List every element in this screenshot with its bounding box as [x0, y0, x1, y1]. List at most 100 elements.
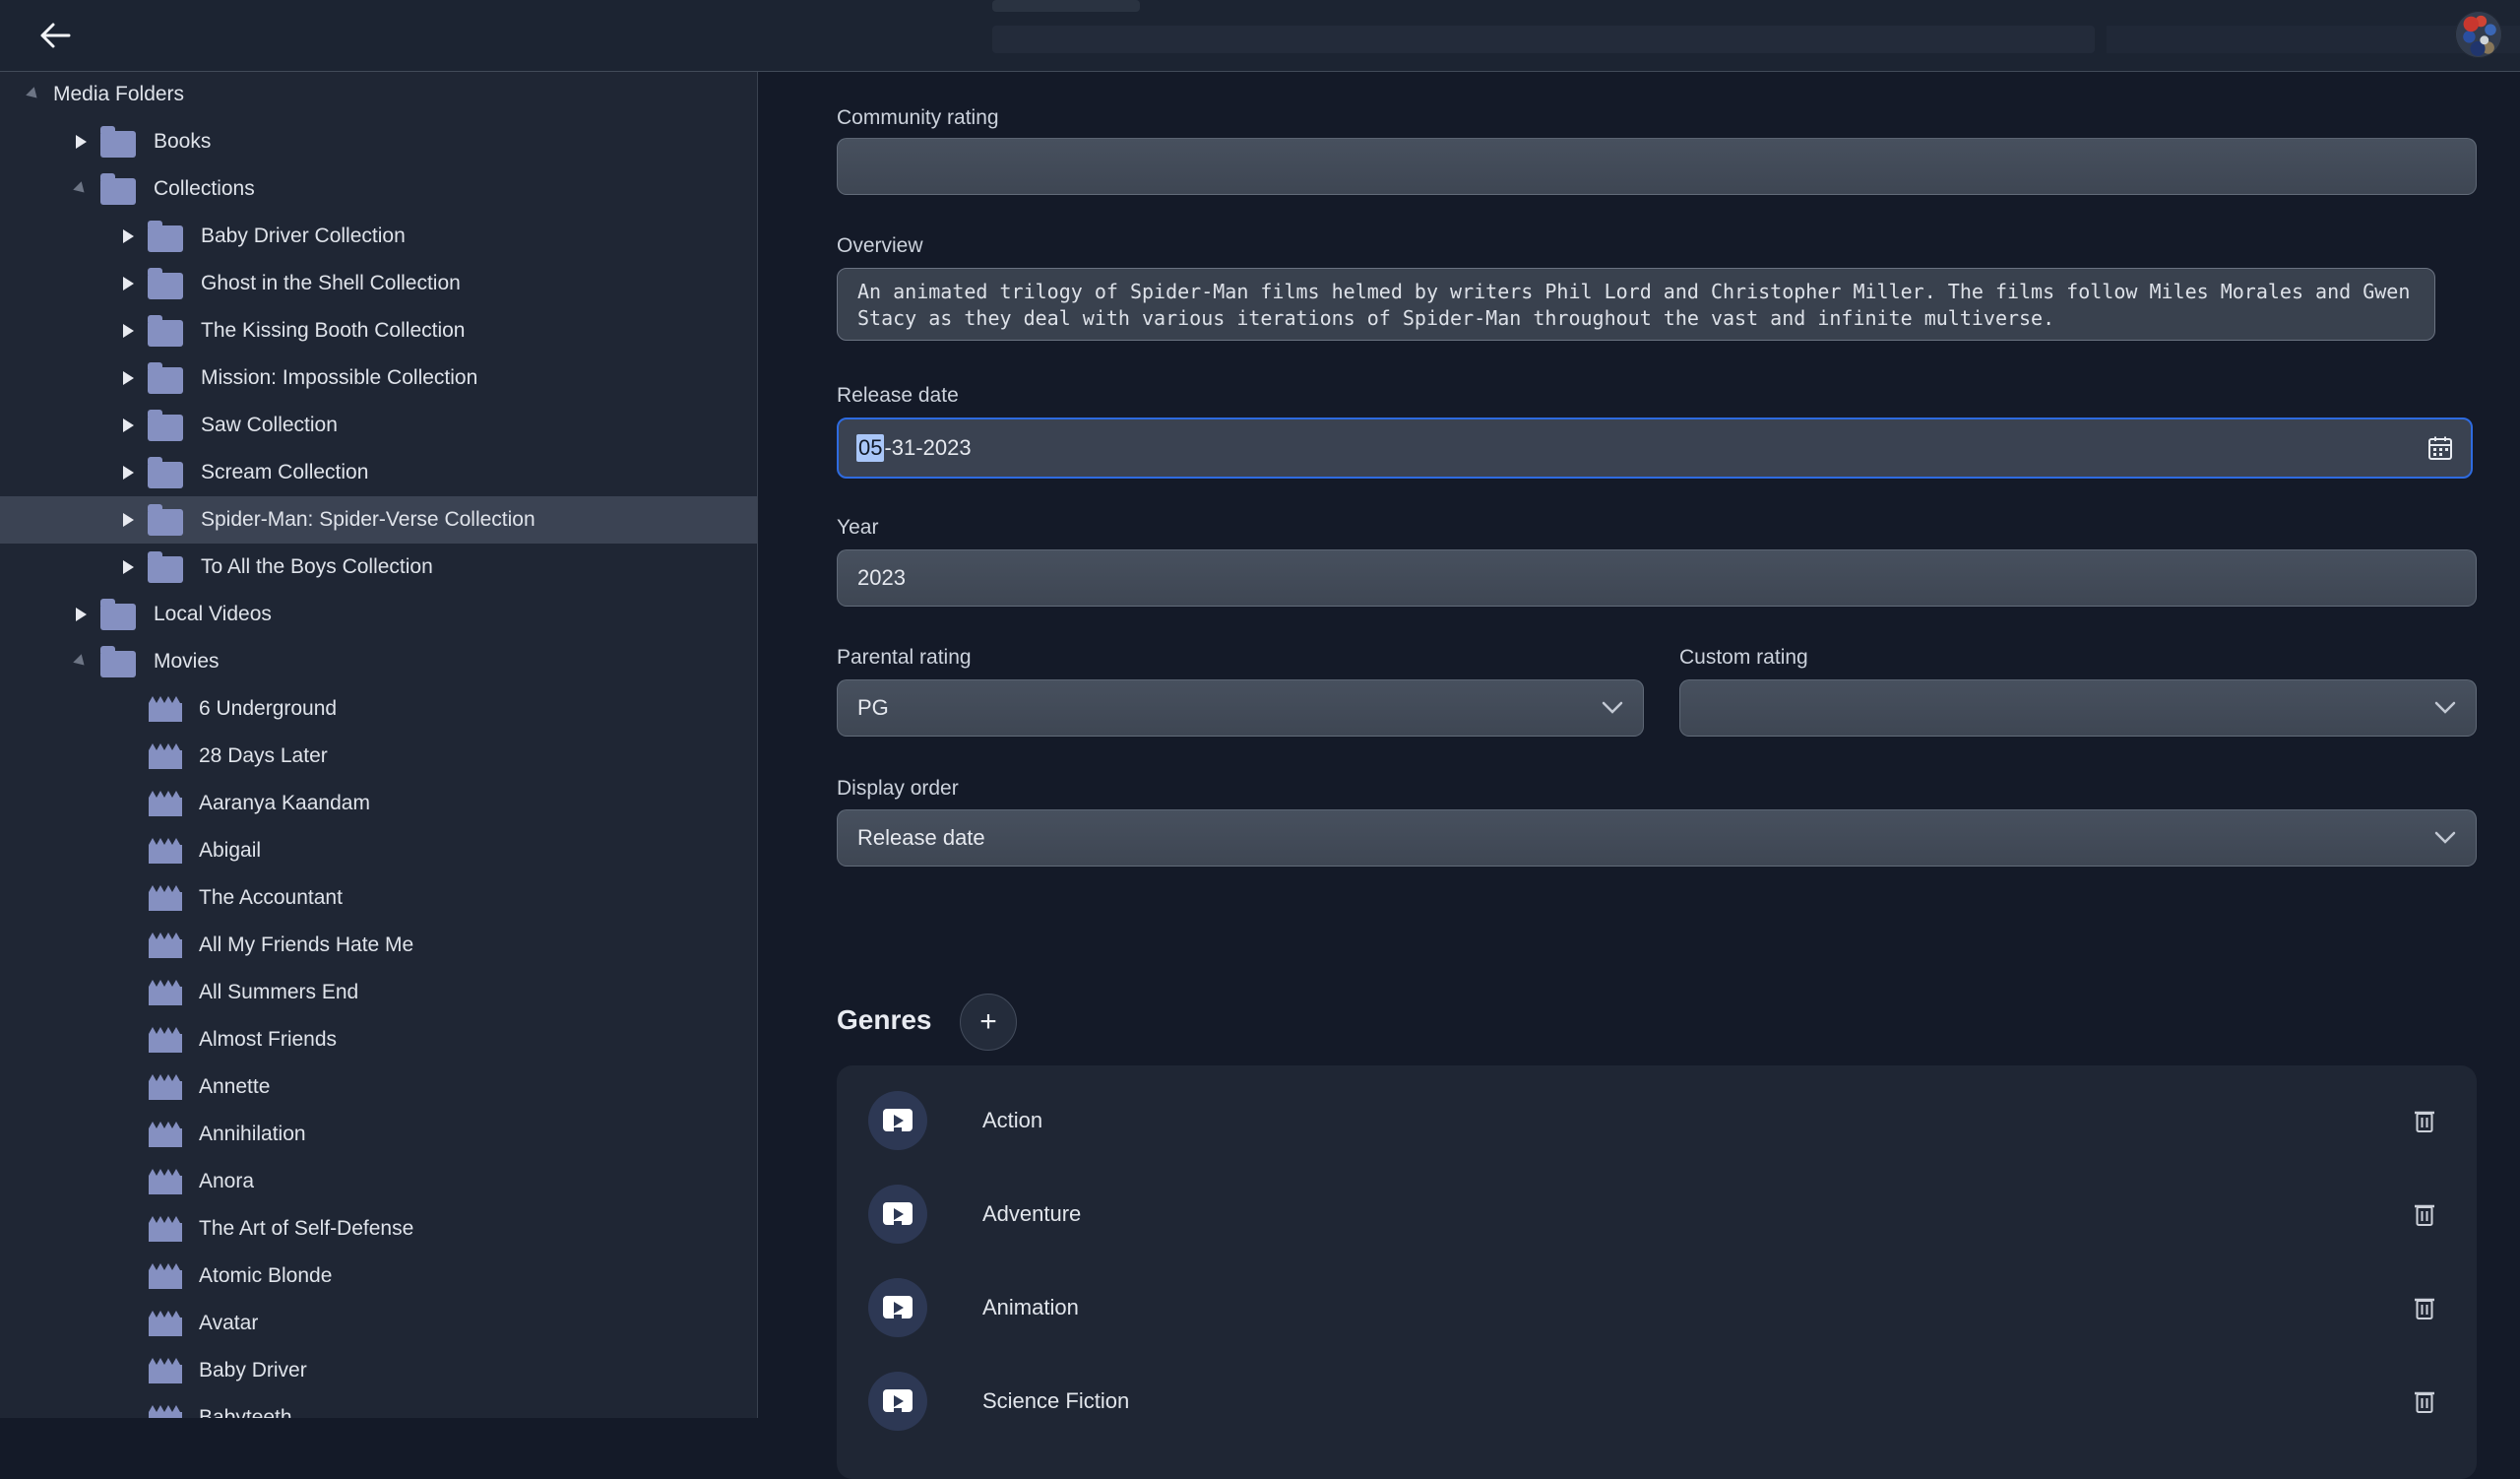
tree-item-label: Baby Driver Collection — [201, 225, 406, 248]
expander-icon[interactable] — [108, 1111, 148, 1158]
delete-genre-icon[interactable] — [2414, 1201, 2435, 1227]
expander-icon[interactable] — [108, 780, 148, 827]
expander-icon[interactable] — [108, 307, 148, 354]
user-avatar[interactable] — [2455, 11, 2502, 58]
expander-icon[interactable] — [108, 544, 148, 591]
delete-genre-icon[interactable] — [2414, 1295, 2435, 1320]
parental-rating-value: PG — [857, 695, 889, 721]
genre-row: Animation — [837, 1260, 2477, 1354]
tree-item[interactable]: The Accountant — [0, 874, 757, 922]
expander-icon[interactable] — [108, 1158, 148, 1205]
expander-icon[interactable] — [108, 874, 148, 922]
add-genre-button[interactable]: + — [960, 994, 1017, 1051]
chevron-down-icon — [1602, 701, 1623, 715]
date-rest-segment[interactable]: -31-2023 — [884, 435, 971, 461]
year-label: Year — [837, 516, 878, 540]
tree-item[interactable]: Avatar — [0, 1300, 757, 1347]
tree-item[interactable]: Local Videos — [0, 591, 757, 638]
genre-row: Adventure — [837, 1167, 2477, 1260]
expander-icon[interactable] — [108, 1394, 148, 1418]
tree-item-label: Media Folders — [53, 83, 184, 106]
overview-textarea[interactable]: An animated trilogy of Spider-Man films … — [837, 268, 2435, 341]
tree-item[interactable]: The Art of Self-Defense — [0, 1205, 757, 1253]
tree-item[interactable]: The Kissing Booth Collection — [0, 307, 757, 354]
expander-icon[interactable] — [108, 922, 148, 969]
tree-item[interactable]: Baby Driver — [0, 1347, 757, 1394]
tree-item[interactable]: Annette — [0, 1063, 757, 1111]
tree-item[interactable]: Atomic Blonde — [0, 1253, 757, 1300]
genre-label: Science Fiction — [982, 1388, 1129, 1414]
expander-icon[interactable] — [108, 827, 148, 874]
tree-item-label: The Accountant — [199, 886, 343, 910]
tree-item[interactable]: Books — [0, 118, 757, 165]
movie-icon — [148, 1309, 183, 1338]
genre-row: Science Fiction — [837, 1354, 2477, 1447]
expander-icon[interactable] — [108, 1347, 148, 1394]
custom-rating-select[interactable] — [1679, 679, 2477, 737]
tree-item[interactable]: To All the Boys Collection — [0, 544, 757, 591]
tree-item[interactable]: 28 Days Later — [0, 733, 757, 780]
parental-rating-select[interactable]: PG — [837, 679, 1644, 737]
tree-item[interactable]: Abigail — [0, 827, 757, 874]
expander-icon[interactable] — [108, 733, 148, 780]
expander-icon[interactable] — [14, 71, 53, 118]
expander-icon[interactable] — [108, 402, 148, 449]
movie-icon — [148, 931, 183, 960]
tree-item-label: Annette — [199, 1075, 270, 1099]
expander-icon[interactable] — [108, 1253, 148, 1300]
date-month-segment[interactable]: 05 — [856, 434, 884, 462]
tree-item-label: Saw Collection — [201, 414, 338, 437]
movie-icon — [148, 836, 183, 866]
genre-video-icon — [868, 1091, 927, 1150]
folder-icon — [148, 225, 183, 252]
expander-icon[interactable] — [61, 591, 100, 638]
tree-item[interactable]: Saw Collection — [0, 402, 757, 449]
expander-icon[interactable] — [108, 354, 148, 402]
expander-icon[interactable] — [108, 969, 148, 1016]
tree-item-label: Ghost in the Shell Collection — [201, 272, 461, 295]
movie-icon — [148, 1120, 183, 1149]
tree-item[interactable]: Annihilation — [0, 1111, 757, 1158]
display-order-select[interactable]: Release date — [837, 809, 2477, 867]
movie-icon — [148, 1403, 183, 1418]
expander-icon[interactable] — [108, 1016, 148, 1063]
community-rating-input[interactable] — [837, 138, 2477, 195]
display-order-label: Display order — [837, 777, 959, 801]
expander-icon[interactable] — [108, 213, 148, 260]
tree-item[interactable]: Mission: Impossible Collection — [0, 354, 757, 402]
tree-item[interactable]: Scream Collection — [0, 449, 757, 496]
expander-icon[interactable] — [61, 118, 100, 165]
delete-genre-icon[interactable] — [2414, 1108, 2435, 1133]
expander-icon[interactable] — [108, 1063, 148, 1111]
tree-item[interactable]: All My Friends Hate Me — [0, 922, 757, 969]
tree-item[interactable]: Spider-Man: Spider-Verse Collection — [0, 496, 757, 544]
plus-icon: + — [979, 1005, 997, 1039]
year-input[interactable]: 2023 — [837, 549, 2477, 607]
release-date-input[interactable]: 05-31-2023 — [837, 418, 2473, 479]
expander-icon[interactable] — [108, 449, 148, 496]
arrow-left-icon — [38, 22, 72, 49]
expander-icon[interactable] — [108, 685, 148, 733]
movie-icon — [148, 883, 183, 913]
tree-item[interactable]: Ghost in the Shell Collection — [0, 260, 757, 307]
tree-item[interactable]: 6 Underground — [0, 685, 757, 733]
tree-item[interactable]: Baby Driver Collection — [0, 213, 757, 260]
expander-icon[interactable] — [108, 260, 148, 307]
expander-icon[interactable] — [108, 1300, 148, 1347]
tree-item[interactable]: Movies — [0, 638, 757, 685]
expander-icon[interactable] — [108, 496, 148, 544]
tree-item[interactable]: Aaranya Kaandam — [0, 780, 757, 827]
calendar-icon[interactable] — [2427, 435, 2453, 461]
tree-item[interactable]: Babyteeth — [0, 1394, 757, 1418]
tree-item[interactable]: All Summers End — [0, 969, 757, 1016]
expander-icon[interactable] — [108, 1205, 148, 1253]
expander-icon[interactable] — [61, 165, 100, 213]
back-button[interactable] — [35, 18, 75, 53]
tree-item[interactable]: Collections — [0, 165, 757, 213]
expander-icon[interactable] — [61, 638, 100, 685]
tree-item[interactable]: Media Folders — [0, 71, 757, 118]
tree-item[interactable]: Anora — [0, 1158, 757, 1205]
genre-video-icon — [868, 1278, 927, 1337]
delete-genre-icon[interactable] — [2414, 1388, 2435, 1414]
tree-item[interactable]: Almost Friends — [0, 1016, 757, 1063]
